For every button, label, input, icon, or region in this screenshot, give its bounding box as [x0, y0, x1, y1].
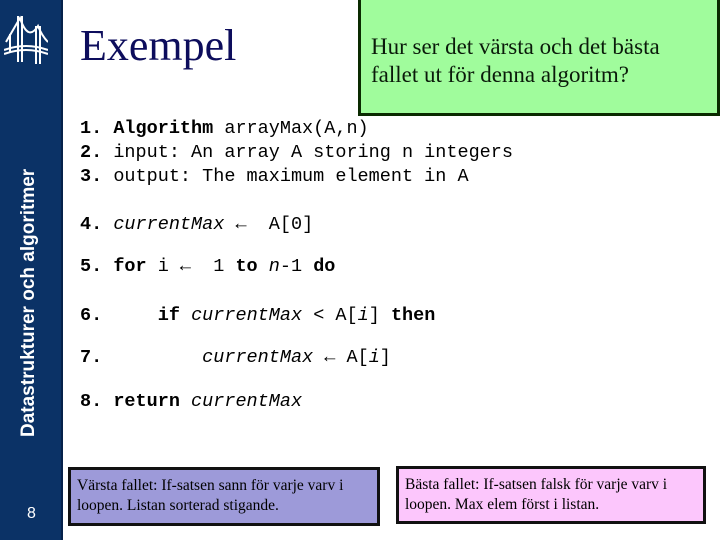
line-number: 1.	[80, 118, 114, 139]
code-line: 1. Algorithm arrayMax(A,n)	[80, 118, 369, 140]
code-text: ← A[	[313, 347, 369, 368]
variable: currentMax	[202, 347, 314, 368]
line-number: 6.	[80, 305, 114, 326]
code-line: 2. input: An array A storing n integers	[80, 142, 513, 164]
line-number: 3.	[80, 166, 114, 187]
variable: currentMax	[191, 305, 303, 326]
line-number: 8.	[80, 391, 114, 412]
keyword: for	[113, 256, 147, 277]
code-text: ]	[368, 305, 391, 326]
slide-title: Exempel	[80, 21, 237, 70]
bridge-logo-icon	[4, 15, 48, 64]
code-text: -1	[279, 256, 314, 277]
variable: i	[357, 305, 369, 326]
keyword: Algorithm	[113, 118, 214, 139]
code-text: A[0]	[257, 214, 314, 235]
line-number: 2.	[80, 142, 114, 163]
keyword: then	[390, 305, 436, 326]
code-text: < A[	[302, 305, 358, 326]
course-title: Datastrukturer och algoritmer	[18, 168, 39, 437]
slide-number: 8	[27, 505, 36, 522]
code-line: 3. output: The maximum element in A	[80, 166, 469, 188]
line-number: 5.	[80, 256, 114, 277]
line-number: 4.	[80, 214, 114, 235]
worst-case-note: Värsta fallet: If-satsen sann för varje …	[68, 467, 380, 526]
best-case-note: Bästa fallet: If-satsen falsk för varje …	[396, 466, 706, 524]
code-text: i ←	[146, 256, 203, 277]
variable: currentMax	[113, 214, 225, 235]
variable: currentMax	[191, 391, 303, 412]
variable: n	[268, 256, 280, 277]
keyword: if	[157, 305, 180, 326]
code-line: 7. currentMax ← A[i]	[80, 347, 391, 369]
code-text: input: An array A storing n integers	[113, 142, 513, 163]
code-line: 8. return currentMax	[80, 391, 302, 413]
question-text: Hur ser det värsta och det bästa fallet …	[371, 34, 660, 87]
code-text: ←	[224, 214, 258, 235]
keyword: return	[113, 391, 180, 412]
code-text: ]	[379, 347, 391, 368]
code-line: 5. for i ← 1 to n-1 do	[80, 256, 335, 278]
sidebar: Datastrukturer och algoritmer 8	[0, 0, 63, 540]
variable: i	[368, 347, 380, 368]
code-text: 1	[202, 256, 236, 277]
keyword: to	[235, 256, 258, 277]
code-line: 6. if currentMax < A[i] then	[80, 305, 435, 327]
line-number: 7.	[80, 347, 114, 368]
code-text: output: The maximum element in A	[113, 166, 469, 187]
code-line: 4. currentMax ← A[0]	[80, 214, 313, 236]
code-text: arrayMax(A,n)	[213, 118, 369, 139]
question-box: Hur ser det värsta och det bästa fallet …	[358, 0, 720, 116]
keyword: do	[313, 256, 336, 277]
